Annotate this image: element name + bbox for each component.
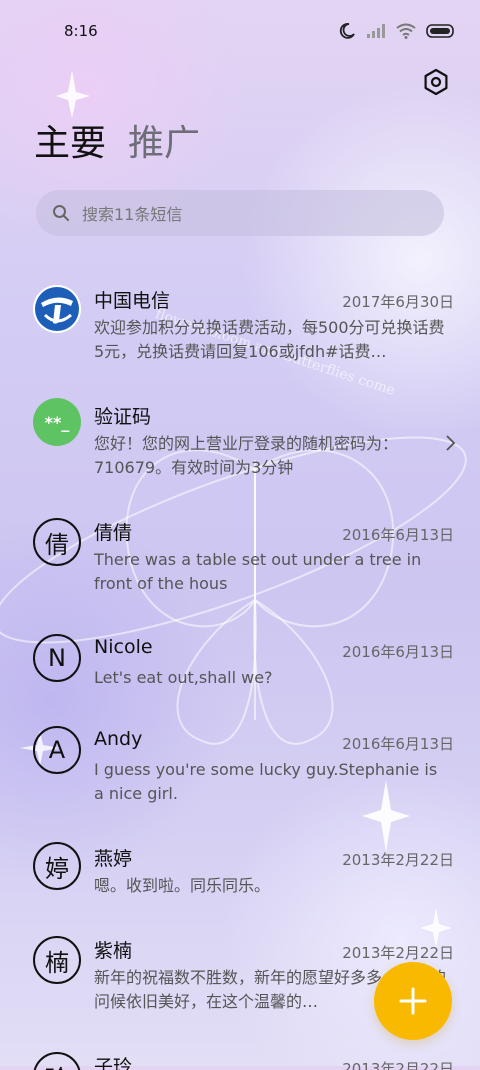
settings-hexagon-icon[interactable]: [422, 68, 450, 96]
conversation-preview: I guess you're some lucky guy.Stephanie …: [94, 758, 452, 806]
conversation-date: 2016年6月13日: [342, 733, 454, 754]
conversation-preview: Let's eat out,shall we?: [94, 666, 452, 690]
avatar-text: **_: [45, 413, 70, 432]
wifi-icon: [396, 23, 416, 39]
conversation-date: 2013年2月22日: [342, 1058, 454, 1070]
conversation-preview: 嗯。收到啦。同乐同乐。: [94, 874, 452, 898]
otp-avatar: **_: [33, 398, 81, 446]
conversation-preview: There was a table set out under a tree i…: [94, 548, 452, 596]
conversation-name: 子玲: [94, 1052, 132, 1070]
conversation-item[interactable]: 中国电信 2017年6月30日 欢迎参加积分兑换话费活动，每500分可兑换话费5…: [0, 270, 480, 380]
contact-avatar: N: [33, 634, 81, 682]
conversation-item[interactable]: N Nicole 2016年6月13日 Let's eat out,shall …: [0, 622, 480, 732]
conversation-name: 紫楠: [94, 936, 132, 963]
plus-icon: [399, 987, 427, 1015]
conversation-preview: 欢迎参加积分兑换话费活动，每500分可兑换话费5元，兑换话费请回复106或jfd…: [94, 316, 452, 364]
conversation-item[interactable]: 玲 子玲 2013年2月22日: [0, 1050, 480, 1070]
conversation-name: Andy: [94, 728, 142, 750]
avatar-text: N: [48, 644, 66, 672]
conversation-name: 燕婷: [94, 844, 132, 871]
status-time: 8:16: [64, 22, 98, 40]
compose-button[interactable]: [374, 962, 452, 1040]
search-placeholder: 搜索11条短信: [82, 201, 182, 225]
signal-icon: [366, 23, 386, 39]
avatar-text: 婷: [45, 849, 69, 884]
conversation-item[interactable]: **_ 验证码 您好！您的网上营业厅登录的随机密码为：710679。有效时间为3…: [0, 378, 480, 488]
contact-avatar: 楠: [33, 936, 81, 984]
contact-avatar: 倩: [33, 518, 81, 566]
conversation-name: 中国电信: [94, 286, 170, 313]
conversation-date: 2017年6月30日: [342, 291, 454, 312]
contact-avatar: 玲: [33, 1052, 81, 1070]
conversation-date: 2013年2月22日: [342, 849, 454, 870]
conversation-item[interactable]: A Andy 2016年6月13日 I guess you're some lu…: [0, 720, 480, 830]
battery-icon: [426, 24, 454, 38]
avatar-text: 玲: [45, 1059, 69, 1070]
conversation-name: 倩倩: [94, 518, 132, 545]
category-tabs: 主要 推广: [34, 122, 200, 166]
conversation-item[interactable]: 倩 倩倩 2016年6月13日 There was a table set ou…: [0, 504, 480, 614]
china-telecom-logo-icon: [33, 285, 81, 333]
contact-avatar: 婷: [33, 842, 81, 890]
conversation-date: 2016年6月13日: [342, 524, 454, 545]
search-icon: [52, 204, 70, 222]
chevron-right-icon: [444, 434, 456, 452]
conversation-date: 2016年6月13日: [342, 641, 454, 662]
conversation-name: 验证码: [94, 402, 151, 429]
moon-icon: [338, 22, 356, 40]
status-bar: 8:16: [0, 0, 480, 62]
conversation-preview: 您好！您的网上营业厅登录的随机密码为：710679。有效时间为3分钟: [94, 432, 424, 480]
tab-promotions[interactable]: 推广: [128, 122, 200, 166]
tab-primary[interactable]: 主要: [34, 122, 106, 166]
avatar-text: 楠: [45, 943, 69, 978]
avatar-text: A: [49, 736, 65, 764]
search-bar[interactable]: 搜索11条短信: [36, 190, 444, 236]
avatar-text: 倩: [45, 525, 69, 560]
contact-avatar: A: [33, 726, 81, 774]
conversation-name: Nicole: [94, 636, 153, 658]
conversation-date: 2013年2月22日: [342, 942, 454, 963]
sparkle-icon: [56, 70, 90, 118]
